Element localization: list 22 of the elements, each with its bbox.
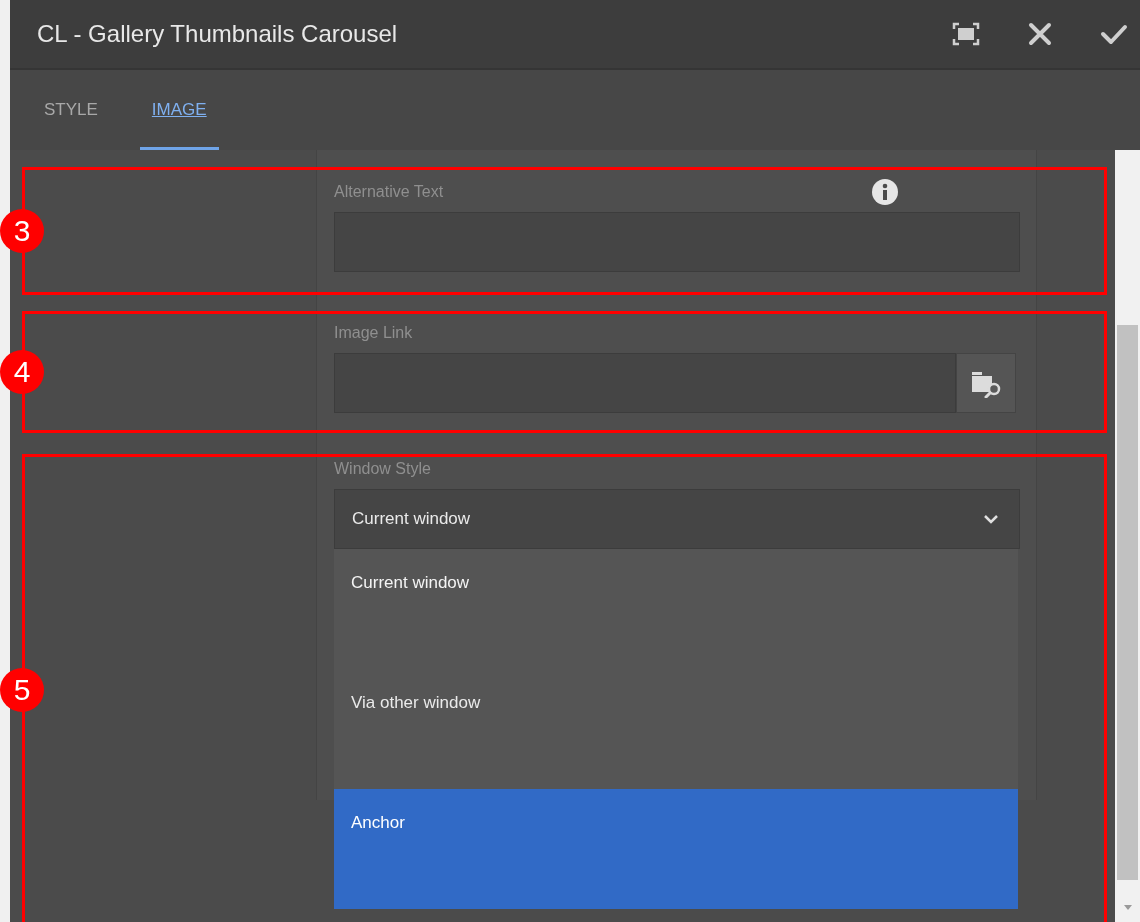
scrollbar-thumb[interactable] [1117,325,1138,880]
info-icon[interactable] [871,178,899,206]
checkmark-icon[interactable] [1100,23,1128,45]
field-label: Alternative Text [334,182,444,202]
dropdown-select[interactable]: Current window [334,489,1020,549]
tab[interactable]: IMAGE [139,73,219,150]
dialog-title: CL - Gallery Thumbnails Carousel [37,20,398,48]
chevron-icon [983,514,999,524]
dropdown-option[interactable]: Anchor [334,789,1018,909]
dropdown-option[interactable]: Via other window [334,669,1018,789]
scrollbar[interactable] [1115,150,1140,922]
tab[interactable]: STYLE [32,73,110,150]
fullscreen-icon[interactable] [952,22,980,46]
field-label: Window Style [334,459,431,479]
browse-button[interactable] [956,353,1016,413]
input-field[interactable] [334,353,956,413]
dropdown-option[interactable]: Current window [334,549,1018,669]
field-label: Image Link [334,323,413,343]
annotation-number: 3 [0,209,44,253]
close-icon[interactable] [1028,22,1052,46]
annotation-number: 4 [0,350,44,394]
annotation-number: 5 [0,668,44,712]
